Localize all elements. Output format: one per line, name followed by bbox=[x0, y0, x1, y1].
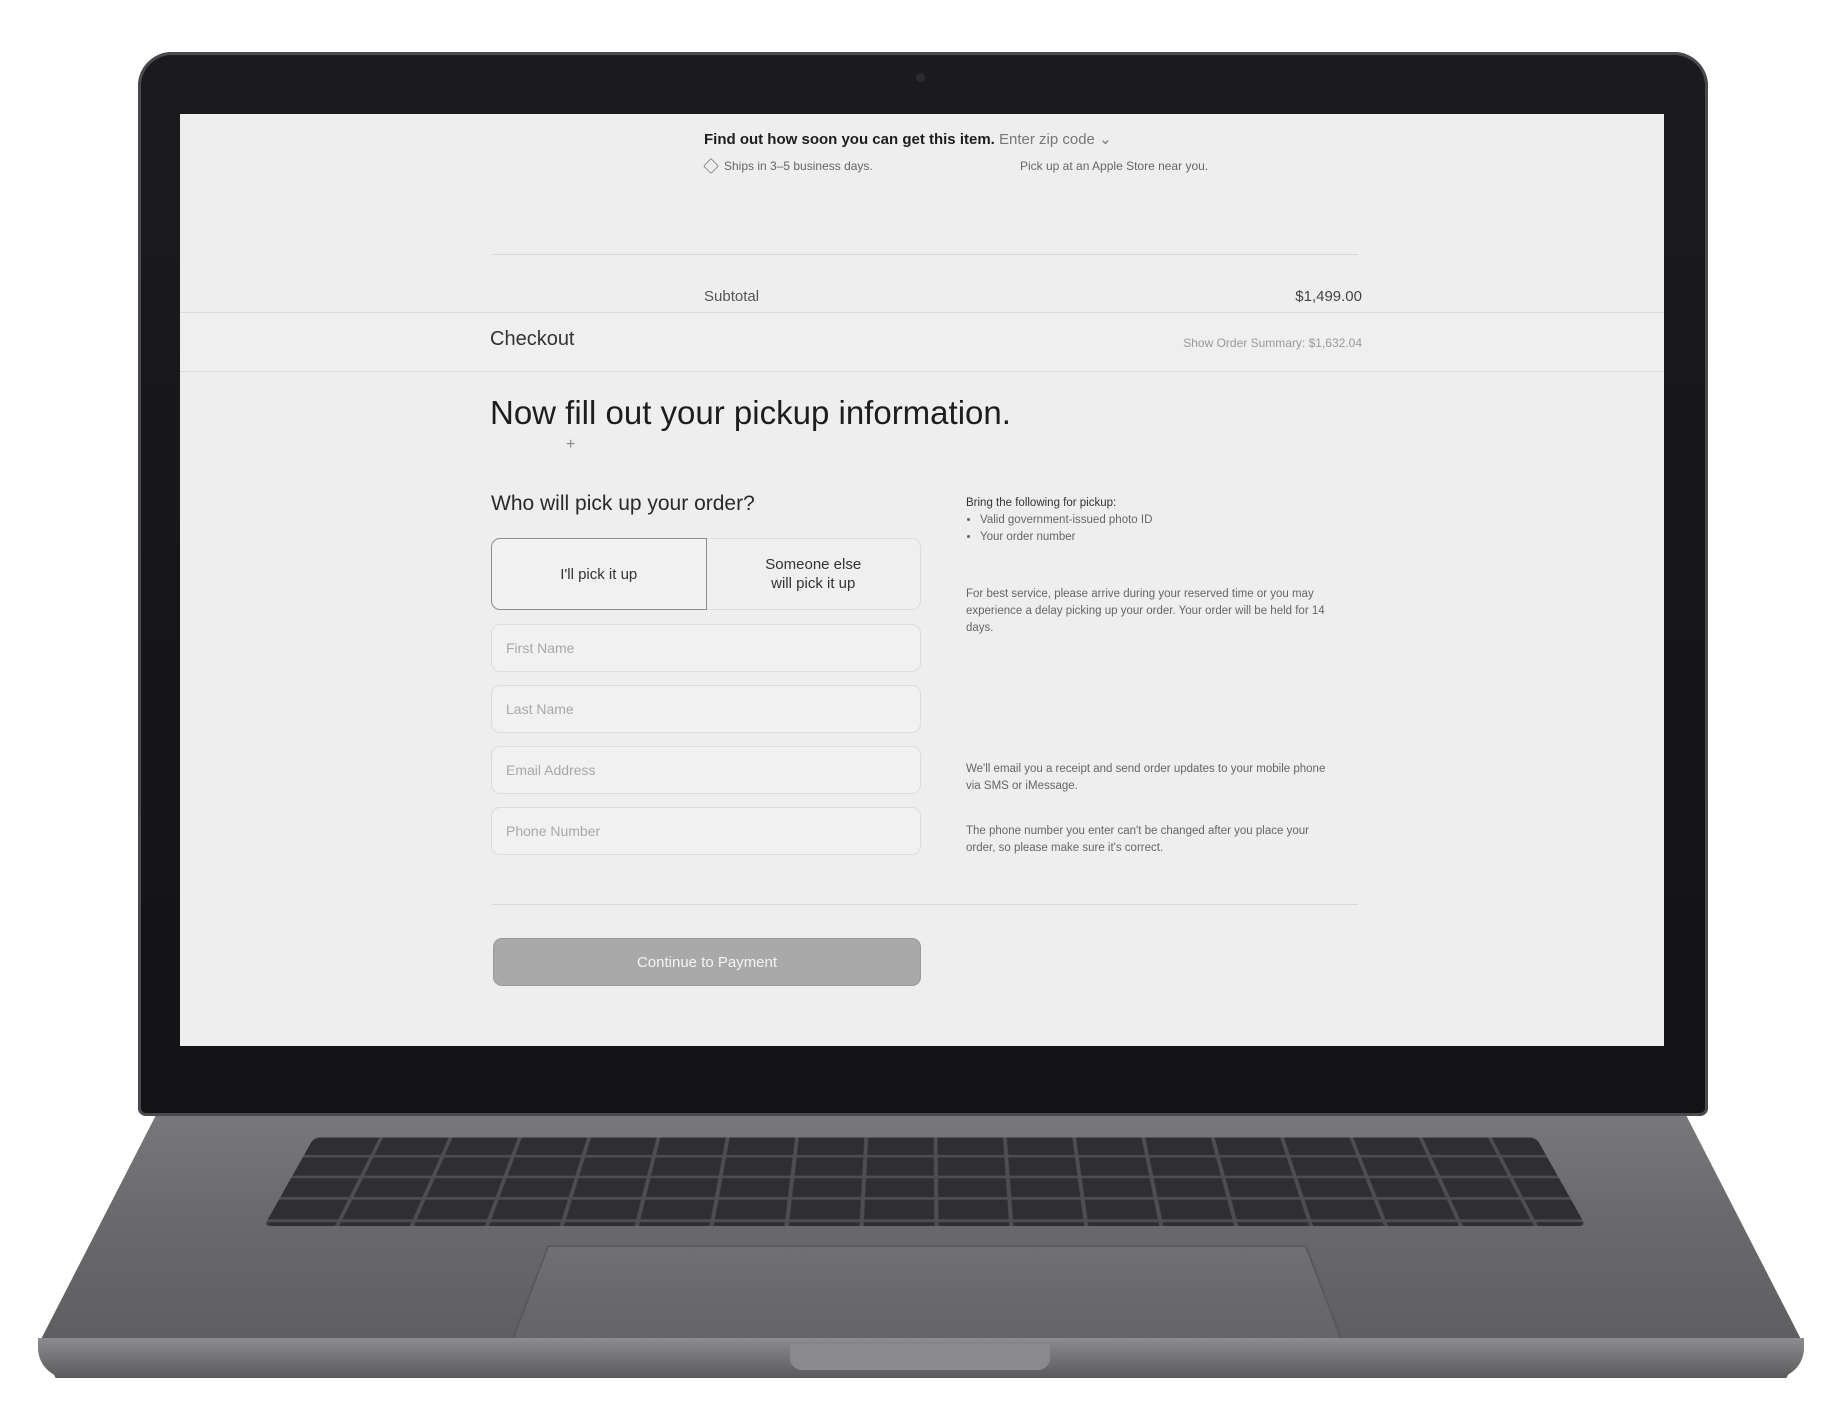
zip-code-link[interactable]: Enter zip code ⌄ bbox=[999, 131, 1112, 148]
phone-note: The phone number you enter can't be chan… bbox=[966, 825, 1309, 854]
list-item: Your order number bbox=[980, 529, 1326, 546]
option-self-pickup[interactable]: I'll pick it up bbox=[491, 538, 707, 610]
chevron-down-icon: ⌄ bbox=[1099, 131, 1112, 148]
best-service-note: For best service, please arrive during y… bbox=[966, 588, 1325, 634]
page-title: Now fill out your pickup information. bbox=[490, 394, 1011, 431]
last-name-field bbox=[491, 685, 921, 733]
shipping-info: Ships in 3–5 business days. bbox=[703, 158, 873, 174]
option-someone-else-label: Someone else will pick it up bbox=[765, 556, 862, 592]
pickup-person-question: Who will pick up your order? bbox=[491, 492, 755, 515]
pickup-person-selector: I'll pick it up Someone else will pick i… bbox=[491, 538, 921, 610]
checkout-bar bbox=[180, 312, 1664, 372]
delivery-prompt: Find out how soon you can get this item. bbox=[704, 131, 995, 148]
zip-code-label: Enter zip code bbox=[999, 131, 1095, 148]
last-name-input[interactable] bbox=[492, 686, 920, 732]
option-someone-else-pickup[interactable]: Someone else will pick it up bbox=[706, 538, 921, 610]
first-name-input[interactable] bbox=[492, 625, 920, 671]
lid-notch bbox=[790, 1344, 1050, 1370]
email-field bbox=[491, 746, 921, 794]
phone-field bbox=[491, 807, 921, 855]
phone-input[interactable] bbox=[492, 808, 920, 854]
delivery-availability: Find out how soon you can get this item.… bbox=[704, 130, 1112, 148]
option-self-pickup-label: I'll pick it up bbox=[560, 565, 638, 583]
screen: Find out how soon you can get this item.… bbox=[180, 114, 1664, 1046]
list-item: Valid government-issued photo ID bbox=[980, 512, 1326, 529]
divider bbox=[492, 254, 1358, 255]
email-input[interactable] bbox=[492, 747, 920, 793]
requirements-list: Valid government-issued photo ID Your or… bbox=[966, 512, 1326, 546]
shipping-text: Ships in 3–5 business days. bbox=[724, 159, 873, 173]
photo-stage: Find out how soon you can get this item.… bbox=[0, 0, 1840, 1408]
keyboard bbox=[264, 1137, 1586, 1226]
camera-icon bbox=[916, 73, 925, 82]
plus-icon: + bbox=[566, 436, 576, 453]
continue-to-payment-button[interactable]: Continue to Payment bbox=[493, 938, 921, 986]
pickup-store-text: Pick up at an Apple Store near you. bbox=[1020, 159, 1209, 173]
subtotal-value: $1,499.00 bbox=[1295, 288, 1362, 305]
subtotal-label: Subtotal bbox=[704, 288, 760, 305]
first-name-field bbox=[491, 624, 921, 672]
box-icon bbox=[703, 158, 719, 174]
pickup-requirements: Bring the following for pickup: Valid go… bbox=[966, 495, 1326, 546]
checkout-title: Checkout bbox=[490, 328, 575, 350]
trackpad bbox=[510, 1245, 1344, 1341]
show-order-summary-link[interactable]: Show Order Summary: $1,632.04 bbox=[1183, 336, 1362, 350]
requirements-title: Bring the following for pickup: bbox=[966, 497, 1117, 509]
divider bbox=[492, 904, 1358, 905]
email-note: We'll email you a receipt and send order… bbox=[966, 763, 1326, 792]
